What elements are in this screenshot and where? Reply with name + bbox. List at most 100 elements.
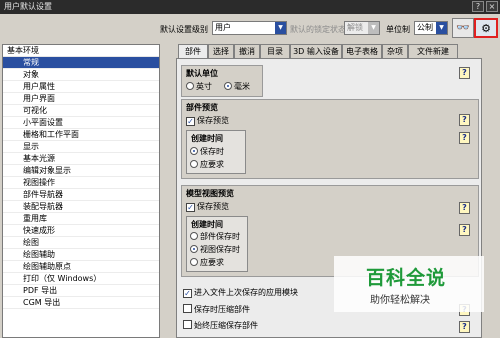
sidebar-item[interactable]: 打印（仅 Windows） xyxy=(3,273,159,285)
help-icon[interactable]: ? xyxy=(459,202,470,214)
lock-label: 默认的锁定状态 xyxy=(290,25,346,34)
model-save-preview-checkbox[interactable]: ✓ 保存预览 xyxy=(186,202,229,212)
help-button[interactable]: ? xyxy=(472,1,484,12)
close-button[interactable]: × xyxy=(486,1,498,12)
unit-value: 公制 xyxy=(417,23,433,32)
level-select[interactable]: 用户 ▼ xyxy=(212,21,287,35)
sidebar-item[interactable]: 部件导航器 xyxy=(3,189,159,201)
open-last-app-label: 进入文件上次保存的应用模块 xyxy=(194,288,298,297)
help-icon[interactable]: ? xyxy=(459,67,470,79)
sidebar-root[interactable]: 基本环境 xyxy=(3,45,159,57)
sidebar-item[interactable]: 用户属性 xyxy=(3,81,159,93)
radio-on-demand-label: 应要求 xyxy=(200,160,224,169)
tab-directory[interactable]: 目录 xyxy=(260,44,290,58)
watermark-subtitle: 助你轻松解决 xyxy=(370,295,430,306)
radio-on-demand[interactable]: 应要求 xyxy=(190,160,224,170)
chevron-down-icon: ▼ xyxy=(275,22,286,34)
empty-checkbox-icon xyxy=(183,304,192,313)
watermark: 百科全说 助你轻松解决 xyxy=(334,256,484,312)
always-compress-checkbox[interactable]: 始终压缩保存部件 xyxy=(183,320,258,331)
sidebar-item[interactable]: 绘图 xyxy=(3,237,159,249)
sidebar: 基本环境 常规 对象 用户属性 用户界面 可视化 小平面设置 栅格和工作平面 显… xyxy=(2,44,160,338)
radio-selected-icon xyxy=(190,147,198,155)
sidebar-item[interactable]: 重用库 xyxy=(3,213,159,225)
radio-on-save-label: 保存时 xyxy=(200,147,224,156)
radio-on-save[interactable]: 保存时 xyxy=(190,147,224,157)
checkmark-icon: ✓ xyxy=(186,203,195,212)
empty-checkbox-icon xyxy=(183,320,192,329)
title-bar: 用户默认设置 ? × xyxy=(0,0,500,14)
tab-misc[interactable]: 杂项 xyxy=(382,44,408,58)
unit-label: 单位制 xyxy=(386,25,410,34)
part-create-time-group: 创建时间 保存时 应要求 xyxy=(186,130,246,174)
window-title: 用户默认设置 xyxy=(4,2,52,11)
sidebar-item[interactable]: 编辑对象显示 xyxy=(3,165,159,177)
tab-3d-input[interactable]: 3D 输入设备 xyxy=(290,44,342,58)
radio-mm[interactable]: 毫米 xyxy=(224,82,250,92)
sidebar-item[interactable]: 小平面设置 xyxy=(3,117,159,129)
help-icon[interactable]: ? xyxy=(459,132,470,144)
sidebar-item[interactable]: 可视化 xyxy=(3,105,159,117)
radio-model-on-demand[interactable]: 应要求 xyxy=(190,258,224,268)
tab-file-new[interactable]: 文件新建 xyxy=(408,44,458,58)
tab-part[interactable]: 部件 xyxy=(178,44,208,59)
always-compress-label: 始终压缩保存部件 xyxy=(194,321,258,330)
radio-part-save-label: 部件保存时 xyxy=(200,232,240,241)
tab-select[interactable]: 选择 xyxy=(208,44,234,58)
tab-spreadsheet[interactable]: 电子表格 xyxy=(342,44,382,58)
settings-export-icon[interactable]: ⚙ xyxy=(474,18,498,38)
sidebar-item[interactable]: PDF 导出 xyxy=(3,285,159,297)
tab-undo[interactable]: 撤消 xyxy=(234,44,260,58)
radio-view-save[interactable]: 视图保存时 xyxy=(190,245,240,255)
part-save-preview-label: 保存预览 xyxy=(197,116,229,125)
model-create-time-title: 创建时间 xyxy=(191,220,223,229)
unit-select[interactable]: 公制 ▼ xyxy=(414,21,448,35)
glasses-icon[interactable]: 👓 xyxy=(452,18,474,38)
open-last-app-checkbox[interactable]: ✓ 进入文件上次保存的应用模块 xyxy=(183,288,298,298)
sidebar-item[interactable]: 用户界面 xyxy=(3,93,159,105)
toolbar: 默认设置级别 用户 ▼ 默认的锁定状态 解锁 ▼ 单位制 公制 ▼ 👓 ⚙ xyxy=(0,14,500,44)
radio-selected-icon xyxy=(190,245,198,253)
part-preview-group: 部件预览 ✓ 保存预览 创建时间 保存时 应要求 ? ? xyxy=(181,99,479,179)
units-title: 默认单位 xyxy=(186,69,218,78)
sidebar-item[interactable]: 显示 xyxy=(3,141,159,153)
help-icon[interactable]: ? xyxy=(459,114,470,126)
part-create-time-title: 创建时间 xyxy=(191,134,223,143)
sidebar-item[interactable]: CGM 导出 xyxy=(3,297,159,309)
checkmark-icon: ✓ xyxy=(186,117,195,126)
sidebar-item[interactable]: 对象 xyxy=(3,69,159,81)
sidebar-item[interactable]: 栅格和工作平面 xyxy=(3,129,159,141)
help-icon[interactable]: ? xyxy=(459,321,470,333)
radio-part-save[interactable]: 部件保存时 xyxy=(190,232,240,242)
help-icon[interactable]: ? xyxy=(459,224,470,236)
level-value: 用户 xyxy=(215,23,231,32)
sidebar-item[interactable]: 绘图辅助原点 xyxy=(3,261,159,273)
sidebar-item[interactable]: 快速成形 xyxy=(3,225,159,237)
model-view-preview-title: 模型视图预览 xyxy=(186,189,234,198)
radio-inch-label: 英寸 xyxy=(196,82,212,91)
radio-icon xyxy=(190,258,198,266)
sidebar-item[interactable]: 基本光源 xyxy=(3,153,159,165)
radio-model-on-demand-label: 应要求 xyxy=(200,258,224,267)
sidebar-item[interactable]: 视图操作 xyxy=(3,177,159,189)
lock-select[interactable]: 解锁 ▼ xyxy=(344,21,380,35)
watermark-title: 百科全说 xyxy=(366,267,447,289)
radio-icon xyxy=(186,82,194,90)
checkmark-icon: ✓ xyxy=(183,289,192,298)
compress-on-save-label: 保存时压缩部件 xyxy=(194,305,250,314)
units-group: 默认单位 英寸 毫米 xyxy=(181,65,263,97)
chevron-down-icon: ▼ xyxy=(368,22,379,34)
level-label: 默认设置级别 xyxy=(160,25,208,34)
lock-value: 解锁 xyxy=(347,23,363,32)
radio-view-save-label: 视图保存时 xyxy=(200,245,240,254)
compress-on-save-checkbox[interactable]: 保存时压缩部件 xyxy=(183,304,250,315)
chevron-down-icon: ▼ xyxy=(436,22,447,34)
part-save-preview-checkbox[interactable]: ✓ 保存预览 xyxy=(186,116,229,126)
radio-icon xyxy=(190,232,198,240)
radio-inch[interactable]: 英寸 xyxy=(186,82,212,92)
sidebar-item[interactable]: 绘图辅助 xyxy=(3,249,159,261)
sidebar-item[interactable]: 装配导航器 xyxy=(3,201,159,213)
part-preview-title: 部件预览 xyxy=(186,103,218,112)
radio-mm-label: 毫米 xyxy=(234,82,250,91)
sidebar-item[interactable]: 常规 xyxy=(3,57,159,69)
